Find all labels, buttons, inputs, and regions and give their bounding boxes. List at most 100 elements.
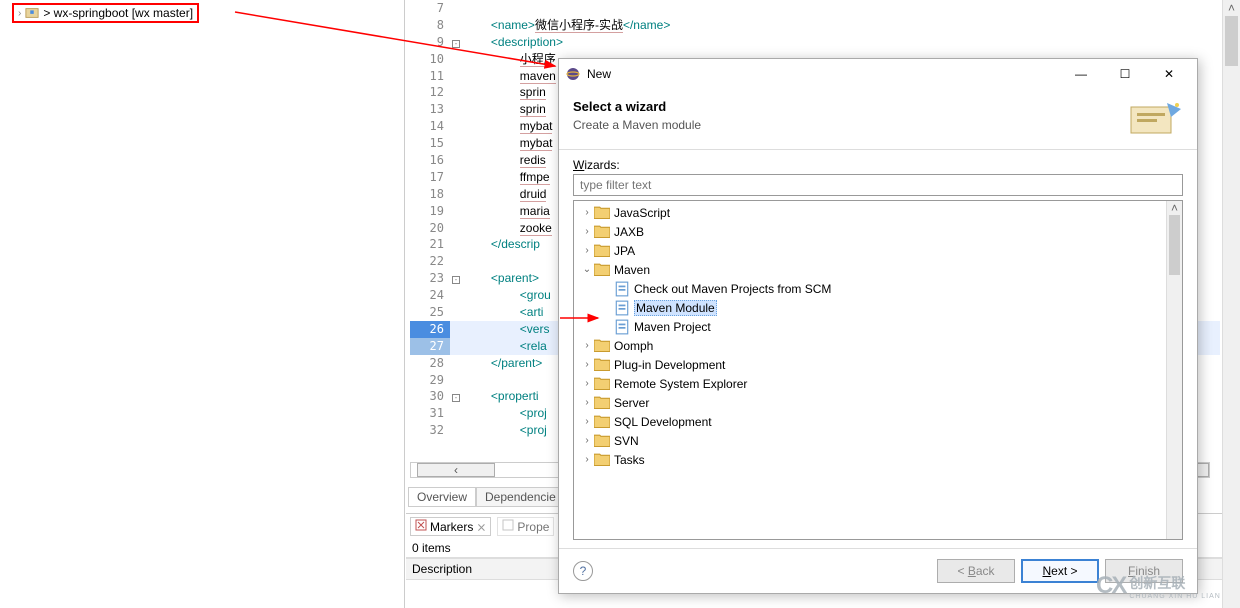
scroll-left-button[interactable]: ‹ <box>417 463 495 477</box>
minimize-button[interactable]: — <box>1059 60 1103 88</box>
code-content[interactable]: maria <box>462 203 550 220</box>
dialog-titlebar[interactable]: New — ☐ ✕ <box>559 59 1197 89</box>
code-content[interactable]: sprin <box>462 84 546 101</box>
fold-gutter[interactable] <box>450 287 462 304</box>
tree-scrollbar[interactable]: ˄ ˅ <box>1166 201 1182 539</box>
chevron-right-icon[interactable]: › <box>580 207 594 218</box>
tree-folder-item[interactable]: ›JavaScript <box>574 203 1182 222</box>
fold-gutter[interactable] <box>450 152 462 169</box>
editor-line[interactable]: 7 <box>410 0 1220 17</box>
fold-gutter[interactable] <box>450 186 462 203</box>
fold-gutter[interactable] <box>450 51 462 68</box>
tree-folder-item[interactable]: ›JPA <box>574 241 1182 260</box>
tree-folder-item[interactable]: ›Oomph <box>574 336 1182 355</box>
tree-folder-item[interactable]: ›Plug-in Development <box>574 355 1182 374</box>
tree-leaf-item[interactable]: Maven Module <box>574 298 1182 317</box>
fold-gutter[interactable] <box>450 203 462 220</box>
fold-gutter[interactable] <box>450 405 462 422</box>
tree-folder-item[interactable]: ›Tasks <box>574 450 1182 469</box>
tree-folder-item[interactable]: ›Server <box>574 393 1182 412</box>
fold-gutter[interactable] <box>450 236 462 253</box>
close-icon[interactable]: ⨯ <box>476 520 486 534</box>
tree-scroll-up[interactable]: ˄ <box>1167 201 1182 215</box>
fold-gutter[interactable] <box>450 220 462 237</box>
chevron-right-icon[interactable]: › <box>580 340 594 351</box>
tree-folder-item[interactable]: ›JAXB <box>574 222 1182 241</box>
fold-gutter[interactable] <box>450 321 462 338</box>
code-content[interactable]: <proj <box>462 422 547 439</box>
fold-gutter[interactable]: - <box>450 34 462 51</box>
tree-leaf-item[interactable]: Check out Maven Projects from SCM <box>574 279 1182 298</box>
code-content[interactable]: druid <box>462 186 546 203</box>
fold-gutter[interactable] <box>450 84 462 101</box>
tree-leaf-item[interactable]: Maven Project <box>574 317 1182 336</box>
fold-gutter[interactable] <box>450 17 462 34</box>
fold-gutter[interactable] <box>450 372 462 389</box>
code-content[interactable]: <vers <box>462 321 549 338</box>
fold-gutter[interactable] <box>450 101 462 118</box>
help-button[interactable]: ? <box>573 561 593 581</box>
tab-properties[interactable]: Prope <box>497 517 554 536</box>
scroll-up-button[interactable]: ˄ <box>1223 0 1240 16</box>
wizard-filter-input[interactable] <box>573 174 1183 196</box>
fold-gutter[interactable] <box>450 304 462 321</box>
code-content[interactable]: </parent> <box>462 355 542 372</box>
tree-folder-item[interactable]: ›Remote System Explorer <box>574 374 1182 393</box>
fold-gutter[interactable]: - <box>450 270 462 287</box>
fold-gutter[interactable] <box>450 338 462 355</box>
maximize-button[interactable]: ☐ <box>1103 60 1147 88</box>
code-content[interactable]: <name>微信小程序-实战</name> <box>462 17 670 34</box>
fold-gutter[interactable] <box>450 135 462 152</box>
editor-line[interactable]: 9- <description> <box>410 34 1220 51</box>
close-button[interactable]: ✕ <box>1147 60 1191 88</box>
fold-gutter[interactable] <box>450 253 462 270</box>
code-content[interactable]: <grou <box>462 287 551 304</box>
chevron-right-icon[interactable]: › <box>580 397 594 408</box>
fold-gutter[interactable] <box>450 118 462 135</box>
tree-folder-item[interactable]: ⌄Maven <box>574 260 1182 279</box>
project-node-wx-springboot[interactable]: › > wx-springboot [wx master] <box>12 3 199 23</box>
tree-scroll-track[interactable] <box>1167 215 1182 525</box>
next-button[interactable]: Next > <box>1021 559 1099 583</box>
code-content[interactable]: mybat <box>462 135 552 152</box>
code-content[interactable]: maven <box>462 68 556 85</box>
code-content[interactable]: <description> <box>462 34 563 51</box>
chevron-right-icon[interactable]: › <box>580 454 594 465</box>
code-content[interactable]: <properti <box>462 388 539 405</box>
code-content[interactable]: <proj <box>462 405 547 422</box>
tab-dependencies[interactable]: Dependencie <box>476 488 565 507</box>
tab-overview[interactable]: Overview <box>408 488 476 507</box>
code-content[interactable]: zooke <box>462 220 552 237</box>
scroll-thumb-v[interactable] <box>1225 16 1238 66</box>
fold-gutter[interactable]: - <box>450 388 462 405</box>
tab-markers[interactable]: Markers ⨯ <box>410 517 491 536</box>
fold-gutter[interactable] <box>450 68 462 85</box>
chevron-right-icon[interactable]: › <box>580 416 594 427</box>
chevron-right-icon[interactable]: › <box>580 245 594 256</box>
code-content[interactable]: ffmpe <box>462 169 550 186</box>
scroll-track-v[interactable] <box>1223 16 1240 592</box>
tree-folder-item[interactable]: ›SQL Development <box>574 412 1182 431</box>
code-content[interactable]: </descrip <box>462 236 540 253</box>
chevron-right-icon[interactable]: › <box>580 378 594 389</box>
wizard-tree[interactable]: ›JavaScript›JAXB›JPA⌄MavenCheck out Mave… <box>573 200 1183 540</box>
code-content[interactable]: <parent> <box>462 270 539 287</box>
code-content[interactable]: mybat <box>462 118 552 135</box>
fold-gutter[interactable] <box>450 355 462 372</box>
editor-vertical-scrollbar[interactable]: ˄ ˅ <box>1222 0 1240 608</box>
chevron-down-icon[interactable]: ⌄ <box>580 264 594 275</box>
fold-gutter[interactable] <box>450 422 462 439</box>
back-button[interactable]: < Back <box>937 559 1015 583</box>
editor-line[interactable]: 8 <name>微信小程序-实战</name> <box>410 17 1220 34</box>
code-content[interactable]: sprin <box>462 101 546 118</box>
code-content[interactable]: <arti <box>462 304 543 321</box>
code-content[interactable]: 小程序 <box>462 51 556 68</box>
fold-gutter[interactable] <box>450 0 462 17</box>
code-content[interactable]: <rela <box>462 338 547 355</box>
code-content[interactable]: redis <box>462 152 546 169</box>
tree-scroll-thumb[interactable] <box>1169 215 1180 275</box>
tree-folder-item[interactable]: ›SVN <box>574 431 1182 450</box>
chevron-right-icon[interactable]: › <box>580 435 594 446</box>
chevron-right-icon[interactable]: › <box>580 226 594 237</box>
chevron-right-icon[interactable]: › <box>580 359 594 370</box>
